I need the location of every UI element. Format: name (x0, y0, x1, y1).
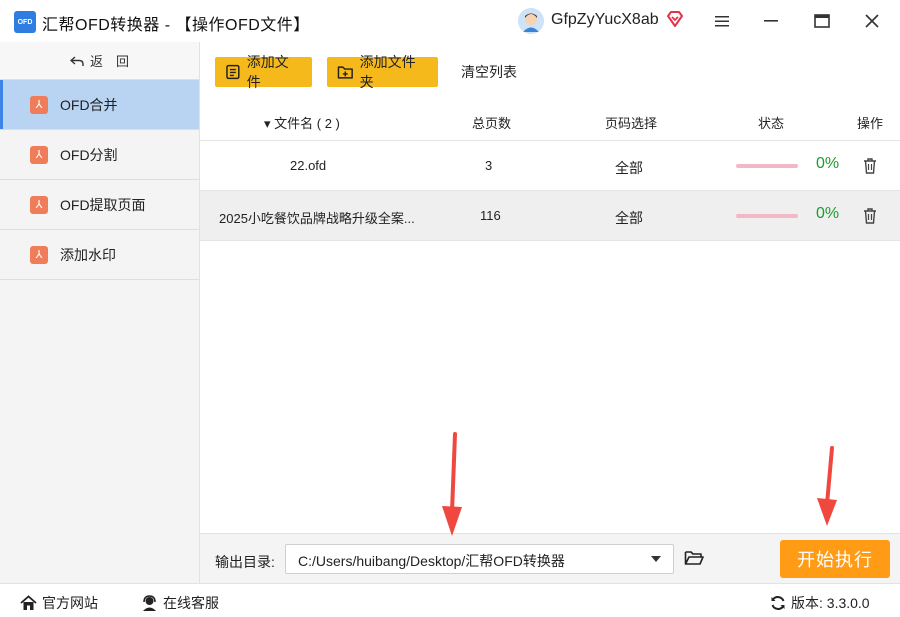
back-button[interactable]: 返 回 (0, 42, 199, 80)
support-agent-icon (143, 595, 156, 611)
online-support-link[interactable]: 在线客服 (141, 593, 219, 613)
add-file-button[interactable]: 添加文件 (215, 54, 312, 90)
sidebar-item-label: 添加水印 (60, 246, 116, 263)
add-folder-button[interactable]: 添加文件夹 (327, 54, 438, 90)
output-bar: 输出目录: C:/Users/huibang/Desktop/汇帮OFD转换器 … (200, 533, 900, 583)
annotation-arrow-output (442, 432, 462, 536)
table-row[interactable]: 2025小吃餐饮品牌战略升级全案... 116 全部 0% (200, 191, 900, 241)
document-icon: ⅄ (30, 195, 48, 214)
add-folder-icon (337, 66, 353, 79)
file-list-empty-area (200, 241, 900, 533)
add-file-label: 添加文件 (246, 54, 289, 90)
sidebar-item-ofd-merge[interactable]: ⅄ OFD合并 (0, 80, 199, 130)
table-row[interactable]: 22.ofd 3 全部 0% (200, 141, 900, 191)
delete-icon[interactable] (862, 207, 878, 225)
back-label: 返 回 (89, 54, 129, 69)
progress-percent: 0% (816, 205, 840, 222)
sidebar-item-ofd-extract[interactable]: ⅄ OFD提取页面 (0, 180, 199, 230)
version-info[interactable]: 版本: 3.3.0.0 (770, 593, 870, 613)
output-dir-select[interactable]: C:/Users/huibang/Desktop/汇帮OFD转换器 (285, 544, 674, 574)
progress-bar (736, 164, 798, 168)
sidebar-item-label: OFD提取页面 (60, 196, 146, 213)
row-page-select[interactable]: 全部 (615, 208, 643, 228)
refresh-icon (771, 596, 785, 610)
home-icon (20, 595, 37, 610)
sidebar: 返 回 ⅄ OFD合并 ⅄ OFD分割 ⅄ OFD提取页面 ⅄ 添加水印 (0, 42, 200, 583)
output-dir-label: 输出目录: (215, 554, 275, 570)
toolbar: 添加文件 添加文件夹 清空列表 (200, 42, 900, 100)
minimize-icon[interactable] (758, 8, 784, 34)
website-label: 官方网站 (42, 595, 98, 611)
status-bar: 官方网站 在线客服 版本: 3.3.0.0 (0, 583, 900, 617)
document-icon: ⅄ (30, 95, 48, 114)
column-header-status: 状态 (758, 116, 785, 131)
start-button[interactable]: 开始执行 (780, 540, 890, 578)
app-logo-icon: OFD (14, 11, 36, 33)
row-filename: 2025小吃餐饮品牌战略升级全案... (219, 211, 415, 226)
row-pages: 116 (480, 208, 501, 223)
progress-percent: 0% (816, 155, 840, 172)
annotation-arrow-start (817, 446, 837, 526)
sidebar-item-watermark[interactable]: ⅄ 添加水印 (0, 230, 199, 280)
open-folder-icon[interactable] (684, 549, 704, 567)
column-header-page-select: 页码选择 (605, 116, 658, 131)
vip-diamond-icon[interactable] (665, 9, 685, 29)
official-website-link[interactable]: 官方网站 (20, 593, 98, 613)
sidebar-item-label: OFD合并 (60, 96, 118, 113)
username[interactable]: GfpZyYucX8ab (551, 11, 659, 29)
column-header-filename[interactable]: ▾ 文件名 ( 2 ) (264, 113, 340, 132)
file-table-header: ▾ 文件名 ( 2 ) 总页数 页码选择 状态 操作 (200, 100, 900, 141)
support-label: 在线客服 (163, 595, 219, 611)
add-file-icon (226, 64, 240, 80)
column-header-pages: 总页数 (472, 116, 512, 131)
row-pages: 3 (485, 158, 493, 173)
document-icon: ⅄ (30, 145, 48, 164)
user-avatar[interactable] (518, 8, 544, 34)
sidebar-item-label: OFD分割 (60, 146, 118, 163)
row-page-select[interactable]: 全部 (615, 158, 643, 178)
row-filename: 22.ofd (290, 158, 327, 173)
menu-icon[interactable] (709, 8, 735, 34)
close-icon[interactable] (859, 8, 885, 34)
add-folder-label: 添加文件夹 (359, 54, 416, 90)
back-arrow-icon (69, 55, 84, 66)
sidebar-item-ofd-split[interactable]: ⅄ OFD分割 (0, 130, 199, 180)
output-dir-path: C:/Users/huibang/Desktop/汇帮OFD转换器 (298, 553, 565, 569)
progress-bar (736, 214, 798, 218)
maximize-icon[interactable] (809, 8, 835, 34)
clear-list-button[interactable]: 清空列表 (461, 62, 517, 82)
chevron-down-icon (651, 556, 661, 562)
window-title: 汇帮OFD转换器 - 【操作OFD文件】 (42, 17, 310, 34)
version-label: 版本: 3.3.0.0 (791, 595, 870, 611)
column-header-action: 操作 (857, 116, 884, 131)
delete-icon[interactable] (862, 157, 878, 175)
title-bar: OFD 汇帮OFD转换器 - 【操作OFD文件】 GfpZyYucX8ab (0, 0, 900, 42)
document-icon: ⅄ (30, 245, 48, 264)
